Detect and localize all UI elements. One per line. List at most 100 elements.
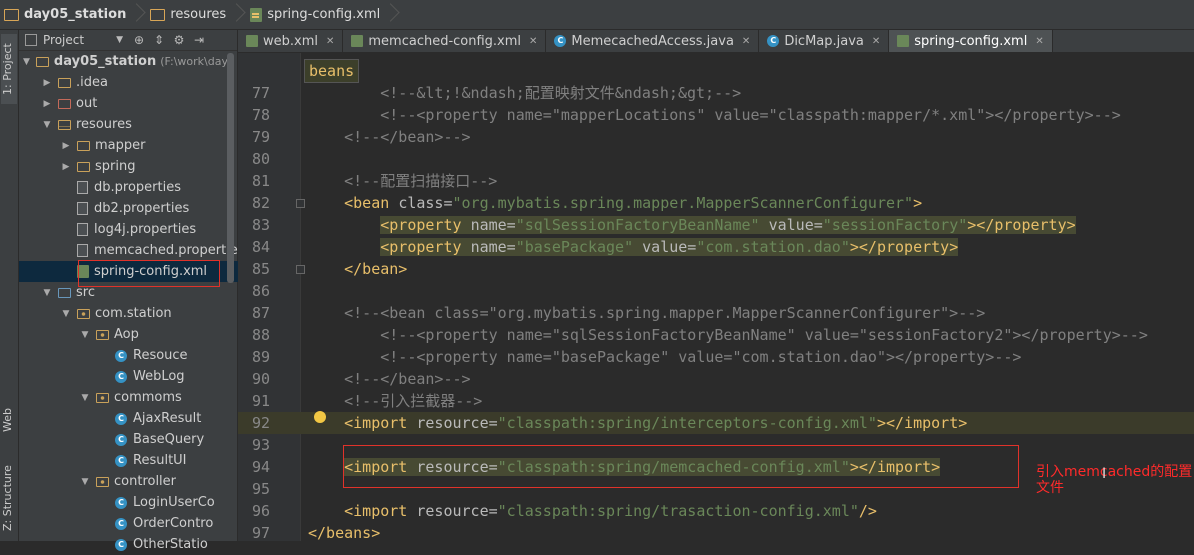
web-tool-tab[interactable]: Web: [1, 400, 17, 440]
editor-tabs: web.xml ✕ memcached-config.xml ✕ C Memecached…: [238, 30, 1194, 53]
tree-item-label: spring: [95, 159, 136, 174]
chevron-down-icon[interactable]: ▼: [80, 393, 90, 403]
code-token: name=: [470, 238, 516, 256]
tree-item-label: db.properties: [94, 180, 181, 195]
code-text: </bean>: [308, 258, 407, 280]
intention-lightbulb-icon[interactable]: [314, 411, 326, 423]
chevron-down-icon[interactable]: ▼: [42, 288, 52, 298]
code-line[interactable]: 78 <!--<property name="mapperLocations" …: [238, 104, 1194, 126]
editor-tab[interactable]: spring-config.xml ✕: [889, 30, 1053, 52]
code-line[interactable]: 80: [238, 148, 1194, 170]
editor-tab[interactable]: web.xml ✕: [238, 30, 344, 52]
close-icon[interactable]: ✕: [529, 36, 537, 47]
tree-item[interactable]: ▶ out: [19, 93, 248, 114]
code-text: <import resource="classpath:spring/trasa…: [308, 500, 877, 522]
chevron-down-icon[interactable]: ▼: [80, 477, 90, 487]
breadcrumb-separator: [384, 0, 394, 29]
structure-tool-tab[interactable]: Z: Structure: [1, 458, 17, 538]
editor-tab[interactable]: memcached-config.xml ✕: [343, 30, 547, 52]
breadcrumb-folder[interactable]: resoures: [146, 0, 246, 29]
code-line[interactable]: 90 <!--</bean>-->: [238, 368, 1194, 390]
editor-tab-label: spring-config.xml: [914, 33, 1028, 49]
code-line[interactable]: 97 </beans>: [238, 522, 1194, 541]
code-line[interactable]: 79 <!--</bean>-->: [238, 126, 1194, 148]
code-line[interactable]: 84 <property name="basePackage" value="c…: [238, 236, 1194, 258]
code-line[interactable]: 88 <!--<property name="sqlSessionFactory…: [238, 324, 1194, 346]
tree-item-label: Resouce: [133, 348, 188, 363]
code-line[interactable]: 87 <!--<bean class="org.mybatis.spring.m…: [238, 302, 1194, 324]
line-number: 96: [251, 502, 270, 520]
code-token: name=: [470, 216, 516, 234]
chevron-right-icon[interactable]: ▶: [61, 141, 71, 151]
tree-item-label: OtherStatio: [133, 537, 208, 552]
close-icon[interactable]: ✕: [326, 36, 334, 47]
code-line[interactable]: 81 <!--配置扫描接口-->: [238, 170, 1194, 192]
fold-marker-icon[interactable]: [296, 199, 305, 208]
code-token: ></property>: [967, 216, 1076, 234]
code-token: "classpath:spring/interceptors-config.xm…: [497, 414, 877, 432]
project-view-select[interactable]: Project ▼: [19, 33, 129, 47]
tree-item[interactable]: ▼ resoures: [19, 114, 248, 135]
scroll-from-source-icon[interactable]: ⊕: [129, 33, 149, 47]
chevron-right-icon[interactable]: ▶: [42, 99, 52, 109]
code-text: <!--&lt;!&ndash;配置映射文件&ndash;&gt;-->: [308, 82, 741, 104]
line-number: 78: [251, 106, 270, 124]
code-token: "com.station.dao": [696, 238, 850, 256]
code-line[interactable]: 92 <import resource="classpath:spring/in…: [238, 412, 1194, 434]
code-token: "basePackage": [515, 238, 634, 256]
code-token: <!--</bean>-->: [308, 128, 471, 146]
tree-item-label: OrderContro: [133, 516, 214, 531]
java-class-icon: C: [554, 35, 567, 47]
module-folder-icon: [4, 8, 19, 21]
code-line[interactable]: 82 <bean class="org.mybatis.spring.mappe…: [238, 192, 1194, 214]
project-panel-toolbar: Project ▼ ⊕ ⇕ ⚙ ⇥: [19, 30, 237, 51]
tree-item[interactable]: ▼ day05_station (F:\work\day0: [19, 51, 229, 72]
breadcrumb-file[interactable]: spring-config.xml: [246, 0, 400, 29]
project-tree-scrollbar[interactable]: [227, 53, 234, 283]
chevron-down-icon[interactable]: ▼: [80, 330, 90, 340]
editor-tab[interactable]: C DicMap.java ✕: [759, 30, 890, 52]
java-class-icon: C: [115, 349, 127, 362]
chevron-right-icon[interactable]: ▶: [42, 78, 52, 88]
code-text: <!--</bean>-->: [308, 126, 471, 148]
xml-file-icon: [897, 35, 910, 47]
code-token: <property: [380, 216, 471, 234]
tree-item[interactable]: ▼ com.station: [19, 303, 267, 324]
line-number: 80: [251, 150, 270, 168]
chevron-right-icon[interactable]: ▶: [61, 162, 71, 172]
code-token: value=: [633, 238, 697, 256]
chevron-down-icon[interactable]: ▼: [23, 57, 30, 67]
tree-item[interactable]: ▶ .idea: [19, 72, 248, 93]
editor-tab-label: DicMap.java: [784, 33, 864, 49]
code-line[interactable]: 86: [238, 280, 1194, 302]
breadcrumb-project[interactable]: day05_station: [0, 0, 146, 29]
editor-breadcrumb-beans[interactable]: beans: [304, 59, 360, 83]
close-icon[interactable]: ✕: [1035, 36, 1043, 47]
code-token: <!--引入拦截器-->: [308, 392, 483, 410]
code-line[interactable]: 96 <import resource="classpath:spring/tr…: [238, 500, 1194, 522]
code-line[interactable]: 89 <!--<property name="basePackage" valu…: [238, 346, 1194, 368]
close-icon[interactable]: ✕: [872, 36, 880, 47]
hide-panel-icon[interactable]: ⇥: [189, 33, 209, 47]
code-token: value=: [759, 216, 823, 234]
project-tool-tab[interactable]: 1: Project: [1, 34, 17, 104]
code-token: resource=: [416, 414, 498, 432]
line-number: 81: [251, 172, 270, 190]
editor-tab[interactable]: C MemecachedAccess.java ✕: [546, 30, 760, 52]
properties-file-icon: [77, 202, 88, 215]
collapse-all-icon[interactable]: ⇕: [149, 33, 169, 47]
code-token: <!--配置扫描接口-->: [308, 172, 498, 190]
gear-icon[interactable]: ⚙: [169, 33, 189, 47]
fold-marker-icon[interactable]: [296, 265, 305, 274]
code-line[interactable]: 85 </bean>: [238, 258, 1194, 280]
project-view-label: Project: [43, 33, 85, 47]
chevron-down-icon[interactable]: ▼: [42, 120, 52, 130]
chevron-down-icon[interactable]: ▼: [61, 309, 71, 319]
code-line[interactable]: 83 <property name="sqlSessionFactoryBean…: [238, 214, 1194, 236]
project-view-icon: [25, 34, 37, 46]
line-number: 94: [251, 458, 270, 476]
code-line[interactable]: 77 <!--&lt;!&ndash;配置映射文件&ndash;&gt;-->: [238, 82, 1194, 104]
code-line[interactable]: 91 <!--引入拦截器-->: [238, 390, 1194, 412]
line-number: 79: [251, 128, 270, 146]
close-icon[interactable]: ✕: [742, 36, 750, 47]
